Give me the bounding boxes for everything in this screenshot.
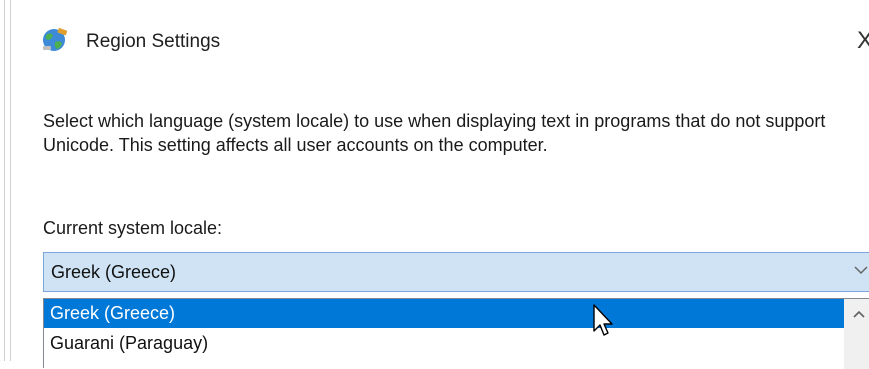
locale-dropdown-list[interactable]: Greek (Greece) Guarani (Paraguay)	[43, 298, 869, 369]
dropdown-scrollbar[interactable]	[844, 299, 869, 369]
scroll-up-arrow-icon[interactable]	[844, 299, 869, 329]
close-icon[interactable]: X	[857, 27, 869, 55]
select-current-value: Greek (Greece)	[51, 262, 177, 282]
system-locale-select[interactable]: Greek (Greece)	[43, 252, 869, 292]
locale-option-guarani[interactable]: Guarani (Paraguay)	[44, 329, 844, 358]
current-locale-label: Current system locale:	[43, 218, 223, 238]
description-text: Select which language (system locale) to…	[43, 111, 826, 155]
window-title: Region Settings	[86, 31, 221, 52]
title-bar: Region Settings X	[0, 0, 869, 80]
locale-option-greek[interactable]: Greek (Greece)	[44, 299, 844, 328]
chevron-down-icon[interactable]	[854, 259, 868, 286]
globe-settings-icon	[40, 26, 70, 56]
mouse-cursor-icon	[592, 303, 616, 343]
